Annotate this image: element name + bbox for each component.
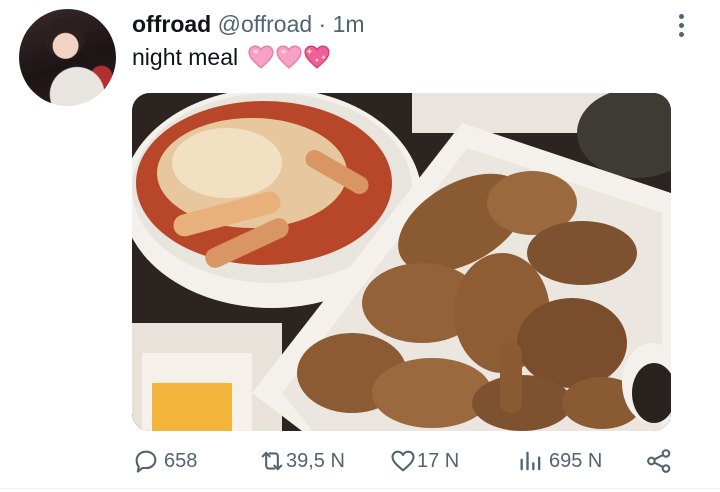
sparkling-heart-icon (304, 45, 330, 69)
separator-dot: · (318, 11, 327, 37)
food-photo-illustration (132, 93, 671, 431)
pink-heart-icon (248, 45, 274, 69)
heart-outline-icon (391, 450, 415, 472)
tweet-text: night meal (132, 44, 239, 70)
share-icon (647, 449, 671, 473)
tweet-header: offroad @offroad · 1m (132, 10, 365, 38)
timestamp[interactable]: 1m (333, 11, 365, 37)
more-options-icon[interactable] (672, 10, 690, 40)
retweet-icon (261, 451, 283, 471)
like-action[interactable]: 17 N (389, 447, 459, 475)
reply-action[interactable]: 658 (132, 447, 197, 475)
retweet-action[interactable]: 39,5 N (258, 447, 345, 475)
pink-heart-icon (276, 45, 302, 69)
user-handle[interactable]: @offroad (218, 11, 313, 37)
views-count: 695 N (549, 449, 603, 472)
avatar[interactable] (19, 9, 116, 106)
views-action[interactable]: 695 N (517, 447, 602, 475)
tweet-text-row: night meal (132, 43, 330, 71)
divider (0, 488, 720, 489)
reply-count: 658 (164, 449, 198, 472)
emoji-group (248, 45, 330, 69)
share-action[interactable] (645, 447, 673, 475)
reply-icon (135, 450, 157, 473)
like-count: 17 N (417, 449, 460, 472)
tweet-photo[interactable] (132, 93, 671, 431)
display-name[interactable]: offroad (132, 11, 211, 37)
retweet-count: 39,5 N (286, 449, 345, 472)
views-bar-chart-icon (520, 451, 541, 471)
tweet-actions: 658 39,5 N 17 N 695 N (0, 441, 720, 481)
